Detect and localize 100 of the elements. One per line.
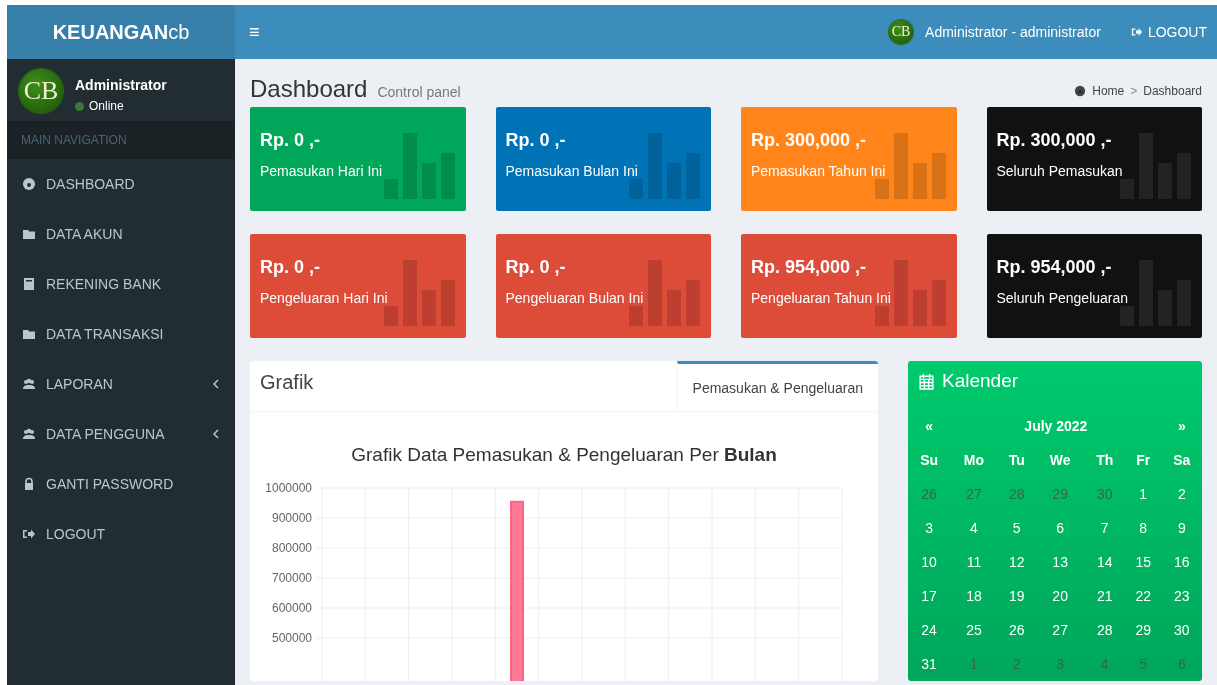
calendar-day[interactable]: 16 (1161, 545, 1202, 579)
weekday-header: Th (1095, 451, 1115, 470)
calendar-day[interactable]: 28 (997, 477, 1036, 511)
calendar-day[interactable]: 5 (1124, 647, 1162, 681)
calendar-day[interactable]: 4 (950, 511, 998, 545)
weekday-header: Su (919, 451, 939, 470)
calendar-day[interactable]: 2 (1161, 477, 1202, 511)
y-tick-label: 800000 (271, 541, 312, 555)
calendar-day[interactable]: 15 (1124, 545, 1162, 579)
calendar-day[interactable]: 7 (1084, 511, 1125, 545)
calendar-day[interactable]: 11 (950, 545, 998, 579)
calendar-day[interactable]: 26 (997, 613, 1036, 647)
stat-label: Pengeluaran Bulan Ini (505, 290, 645, 306)
next-month-button[interactable]: » (1161, 409, 1202, 443)
menu-toggle[interactable]: ≡ (249, 21, 260, 43)
breadcrumb-item[interactable]: Home (1092, 84, 1125, 98)
sidebar-item[interactable]: DATA PENGGUNA (7, 409, 235, 459)
stat-value: Rp. 300,000 ,- (751, 130, 868, 151)
calendar-day[interactable]: 29 (1124, 613, 1162, 647)
stat-label: Pengeluaran Hari Ini (260, 290, 389, 306)
stat-value: Rp. 954,000 ,- (751, 257, 868, 278)
calendar-day[interactable]: 26 (908, 477, 951, 511)
online-status: Online (75, 99, 167, 113)
calendar-day[interactable]: 2 (997, 647, 1036, 681)
calendar-day[interactable]: 25 (950, 613, 998, 647)
calendar-day[interactable]: 28 (1084, 613, 1125, 647)
calendar-day[interactable]: 27 (950, 477, 998, 511)
y-tick-label: 900000 (271, 511, 312, 525)
sidebar-item[interactable]: GANTI PASSWORD (7, 459, 235, 509)
sidebar-item[interactable]: DATA AKUN (7, 209, 235, 259)
calendar-day[interactable]: 3 (908, 511, 951, 545)
stat-label: Seluruh Pengeluaran (996, 290, 1130, 306)
weekday-header: Fr (1135, 451, 1152, 470)
stat-value: Rp. 0 ,- (260, 257, 321, 278)
calendar-day[interactable]: 6 (1161, 647, 1202, 681)
calendar-day[interactable]: 27 (1035, 613, 1085, 647)
page-subtitle: Control panel (377, 84, 461, 100)
user-name[interactable]: Administrator - administrator (925, 24, 1101, 40)
stat-label: Pengeluaran Tahun Ini (751, 290, 892, 306)
stat-label: Pemasukan Tahun Ini (751, 163, 887, 179)
calendar-day[interactable]: 1 (1124, 477, 1162, 511)
breadcrumb-item: Dashboard (1143, 84, 1202, 98)
panel-title: Grafik (259, 370, 315, 395)
calendar-day[interactable]: 24 (908, 613, 951, 647)
stat-value: Rp. 0 ,- (260, 130, 321, 151)
calendar-day[interactable]: 5 (997, 511, 1036, 545)
user-name: Administrator (75, 77, 167, 93)
user-avatar[interactable]: CB (889, 20, 914, 44)
y-tick-label: 1000000 (265, 481, 312, 495)
breadcrumb-separator: > (1130, 84, 1138, 98)
calendar-day[interactable]: 23 (1161, 579, 1202, 613)
calendar-day[interactable]: 18 (950, 579, 998, 613)
calendar-day[interactable]: 31 (908, 647, 951, 681)
calendar-day[interactable]: 29 (1035, 477, 1085, 511)
month-title[interactable]: July 2022 (950, 409, 1162, 443)
logout-link[interactable]: LOGOUT (1130, 24, 1207, 40)
y-tick-label: 600000 (271, 601, 312, 615)
sidebar-item[interactable]: DATA TRANSAKSI (7, 309, 235, 359)
calendar-day[interactable]: 4 (1084, 647, 1125, 681)
nav-header: MAIN NAVIGATION (7, 121, 235, 159)
chart-title: Grafik Data Pemasukan & Pengeluaran Per Bulan (350, 444, 778, 466)
user-avatar: CB (19, 69, 63, 113)
stat-label: Seluruh Pemasukan (996, 163, 1124, 179)
calendar-day[interactable]: 9 (1161, 511, 1202, 545)
calendar-day[interactable]: 17 (908, 579, 951, 613)
calendar-day[interactable]: 3 (1035, 647, 1085, 681)
stat-value: Rp. 0 ,- (505, 130, 567, 151)
weekday-header: Sa (1172, 451, 1192, 470)
sidebar-item[interactable]: LOGOUT (7, 509, 235, 559)
prev-month-button[interactable]: « (908, 409, 951, 443)
sidebar-item[interactable]: REKENING BANK (7, 259, 235, 309)
sidebar-item[interactable]: LAPORAN (7, 359, 235, 409)
stat-label: Pemasukan Hari Ini (260, 163, 384, 179)
weekday-header: Mo (962, 451, 986, 470)
sidebar-item[interactable]: DASHBOARD (7, 159, 235, 209)
calendar-day[interactable]: 8 (1124, 511, 1162, 545)
chart-tab[interactable]: Pemasukan & Pengeluaran (676, 361, 878, 411)
calendar-day[interactable]: 22 (1124, 579, 1162, 613)
calendar-title: Kalender (942, 370, 1019, 392)
calendar-day[interactable]: 13 (1035, 545, 1085, 579)
stat-value: Rp. 954,000 ,- (996, 257, 1113, 278)
calendar-day[interactable]: 19 (997, 579, 1036, 613)
calendar-day[interactable]: 30 (1161, 613, 1202, 647)
y-tick-label: 500000 (271, 631, 312, 645)
y-tick-label: 700000 (271, 571, 312, 585)
app-logo[interactable]: KEUANGANcb (7, 5, 235, 59)
calendar-day[interactable]: 6 (1035, 511, 1085, 545)
weekday-header: We (1048, 451, 1072, 470)
calendar-day[interactable]: 20 (1035, 579, 1085, 613)
page-title: Dashboard (250, 75, 368, 103)
weekday-header: Tu (1007, 451, 1026, 470)
calendar-day[interactable]: 10 (908, 545, 951, 579)
calendar-day[interactable]: 1 (950, 647, 998, 681)
stat-value: Rp. 0 ,- (505, 257, 567, 278)
calendar-day[interactable]: 12 (997, 545, 1036, 579)
calendar-day[interactable]: 21 (1084, 579, 1125, 613)
calendar-day[interactable]: 14 (1084, 545, 1125, 579)
stat-value: Rp. 300,000 ,- (996, 130, 1113, 151)
stat-label: Pemasukan Bulan Ini (505, 163, 639, 179)
calendar-day[interactable]: 30 (1084, 477, 1125, 511)
